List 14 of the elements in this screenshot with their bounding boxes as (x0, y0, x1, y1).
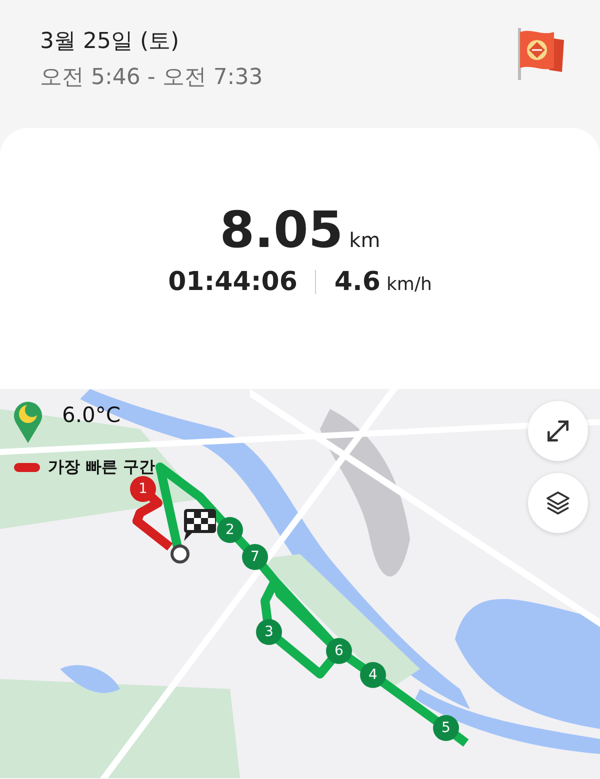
speed-unit: km/h (386, 274, 432, 294)
temperature-label: 6.0°C (62, 403, 121, 427)
distance-value: 8.05 (220, 200, 344, 258)
start-point-icon (170, 544, 190, 564)
layers-icon (544, 489, 572, 517)
fastest-segment-swatch (14, 463, 40, 472)
workout-date: 3월 25일 (토) (40, 28, 180, 56)
speed-value: 4.6 (334, 266, 380, 296)
legend-label: 가장 빠른 구간 (48, 457, 156, 478)
time-range: 오전 5:46 - 오전 7:33 (40, 64, 263, 92)
distance-unit: km (349, 228, 380, 252)
weather-pin-icon (12, 399, 44, 443)
duration-value: 01:44:06 (168, 266, 298, 296)
finish-flag-icon (182, 507, 218, 543)
